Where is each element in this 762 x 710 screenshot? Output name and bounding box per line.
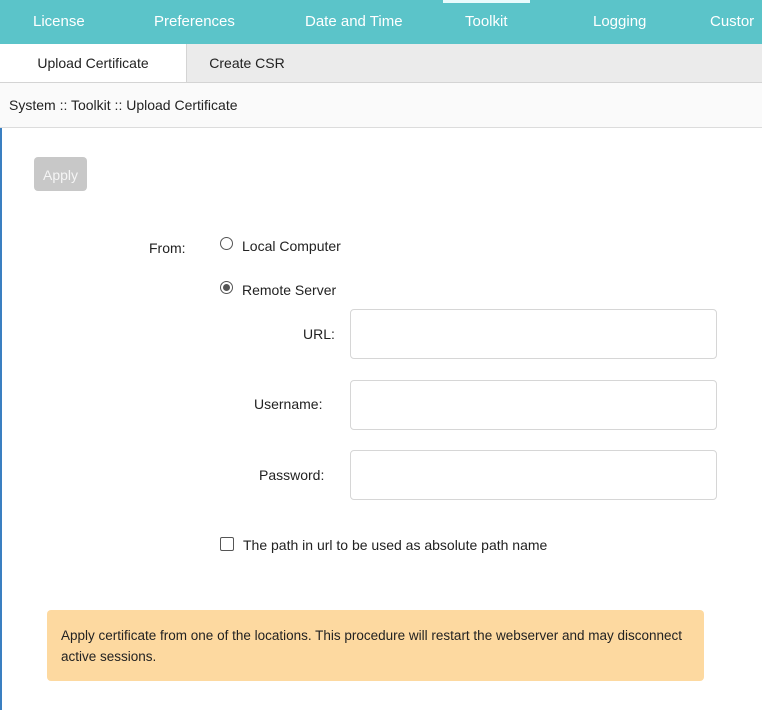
password-field[interactable] [350,450,717,500]
subtab-bar: Upload Certificate Create CSR [0,44,762,83]
nav-license[interactable]: License [33,0,85,44]
nav-preferences[interactable]: Preferences [154,0,235,44]
nav-logging[interactable]: Logging [593,0,646,44]
tab-upload-certificate[interactable]: Upload Certificate [0,44,187,82]
nav-toolkit[interactable]: Toolkit [443,0,529,44]
radio-remote-server[interactable] [220,281,233,294]
password-label: Password: [259,467,325,483]
local-computer-label[interactable]: Local Computer [242,238,341,254]
url-field[interactable] [350,309,717,359]
username-label: Username: [254,396,323,412]
top-nav: License Preferences Date and Time Toolki… [0,0,762,44]
nav-date-and-time[interactable]: Date and Time [305,0,403,44]
absolute-path-checkbox[interactable] [220,537,234,551]
tab-create-csr[interactable]: Create CSR [187,44,307,82]
nav-custom[interactable]: Custor [710,0,754,44]
remote-server-label[interactable]: Remote Server [242,282,336,298]
apply-button[interactable]: Apply [34,157,87,191]
notice-banner: Apply certificate from one of the locati… [47,610,704,681]
absolute-path-label[interactable]: The path in url to be used as absolute p… [243,537,547,553]
username-field[interactable] [350,380,717,430]
url-label: URL: [303,326,335,342]
radio-local-computer[interactable] [220,237,233,250]
notice-text: Apply certificate from one of the locati… [61,628,683,664]
from-label: From: [149,240,186,256]
breadcrumb: System :: Toolkit :: Upload Certificate [0,83,762,128]
